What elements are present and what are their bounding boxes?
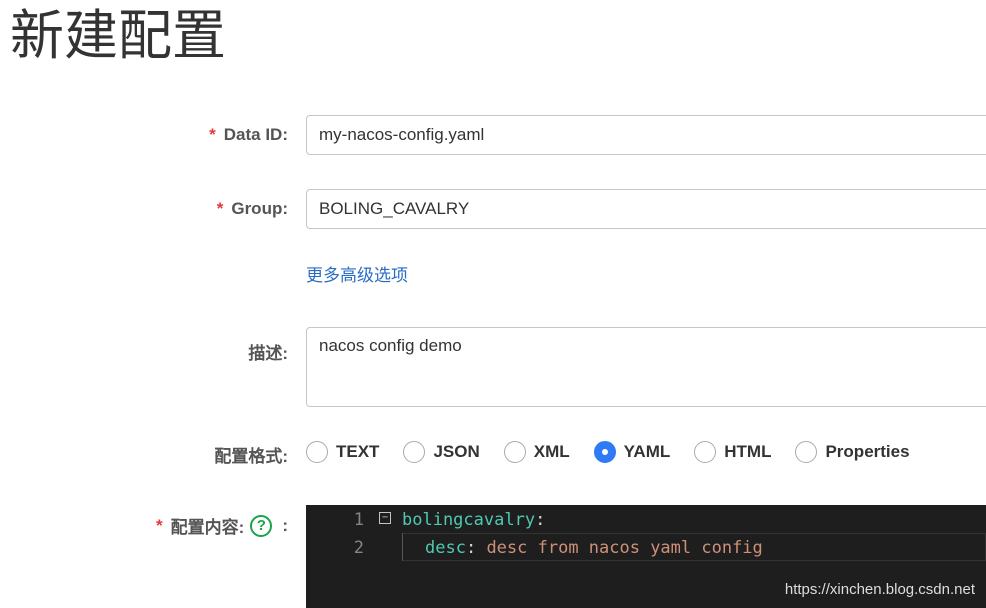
yaml-colon: : [465,538,477,558]
radio-circle[interactable] [503,441,526,463]
content-label-text: 配置内容: [170,518,245,537]
data-id-label-text: Data ID: [223,125,288,144]
code-line: bolingcavalry: [402,510,545,530]
format-radio-html[interactable]: HTML [694,441,771,463]
radio-label: YAML [623,442,671,461]
yaml-colon: : [535,510,546,530]
content-label-colon: : [282,515,288,535]
code-line: desc: desc from nacos yaml config [425,538,763,558]
radio-circle-selected[interactable] [593,441,616,463]
radio-label: TEXT [336,442,380,461]
data-id-row: * Data ID: my-nacos-config.yaml [0,115,986,155]
required-mark: * [156,515,163,535]
watermark: https://xinchen.blog.csdn.net [784,581,975,598]
yaml-key: desc [425,538,466,558]
radio-circle[interactable] [306,441,328,463]
yaml-value: desc from nacos yaml config [476,538,763,558]
fold-toggle-icon[interactable]: − [379,512,391,524]
help-icon[interactable]: ? [250,514,273,537]
line-number: 1 [353,510,364,530]
data-id-label: * Data ID: [209,125,288,145]
group-label: * Group: [217,199,288,219]
format-radio-group: TEXT JSON XML YAML HTML Properties [306,438,934,466]
radio-label: Properties [825,442,910,461]
yaml-key: bolingcavalry [402,510,536,530]
radio-label: JSON [433,442,480,461]
radio-circle[interactable] [694,441,717,463]
content-label: * 配置内容: ? : [156,513,288,538]
description-textarea[interactable]: nacos config demo [306,327,986,407]
format-radio-properties[interactable]: Properties [795,441,910,463]
group-input[interactable]: BOLING_CAVALRY [306,189,986,229]
group-row: * Group: BOLING_CAVALRY [0,189,986,229]
radio-circle[interactable] [795,441,818,463]
line-number: 2 [353,538,364,558]
group-label-text: Group: [231,199,288,218]
format-radio-xml[interactable]: XML [503,441,570,463]
required-mark: * [209,125,216,144]
data-id-input[interactable]: my-nacos-config.yaml [306,115,986,155]
page-title: 新建配置 [10,4,226,67]
required-mark: * [216,199,224,218]
radio-circle[interactable] [403,441,426,463]
description-label: 描述: [248,344,288,363]
format-radio-json[interactable]: JSON [403,441,480,463]
format-radio-text[interactable]: TEXT [306,441,379,463]
indent-guide [402,533,403,561]
format-radio-yaml[interactable]: YAML [593,441,671,463]
format-label: 配置格式: [214,447,288,466]
radio-label: HTML [724,442,772,461]
more-advanced-options-link[interactable]: 更多高级选项 [306,261,408,286]
description-row: 描述: nacos config demo [0,327,986,407]
radio-label: XML [533,442,570,461]
code-editor[interactable]: 1 − bolingcavalry: 2 desc: desc from nac… [306,505,986,608]
